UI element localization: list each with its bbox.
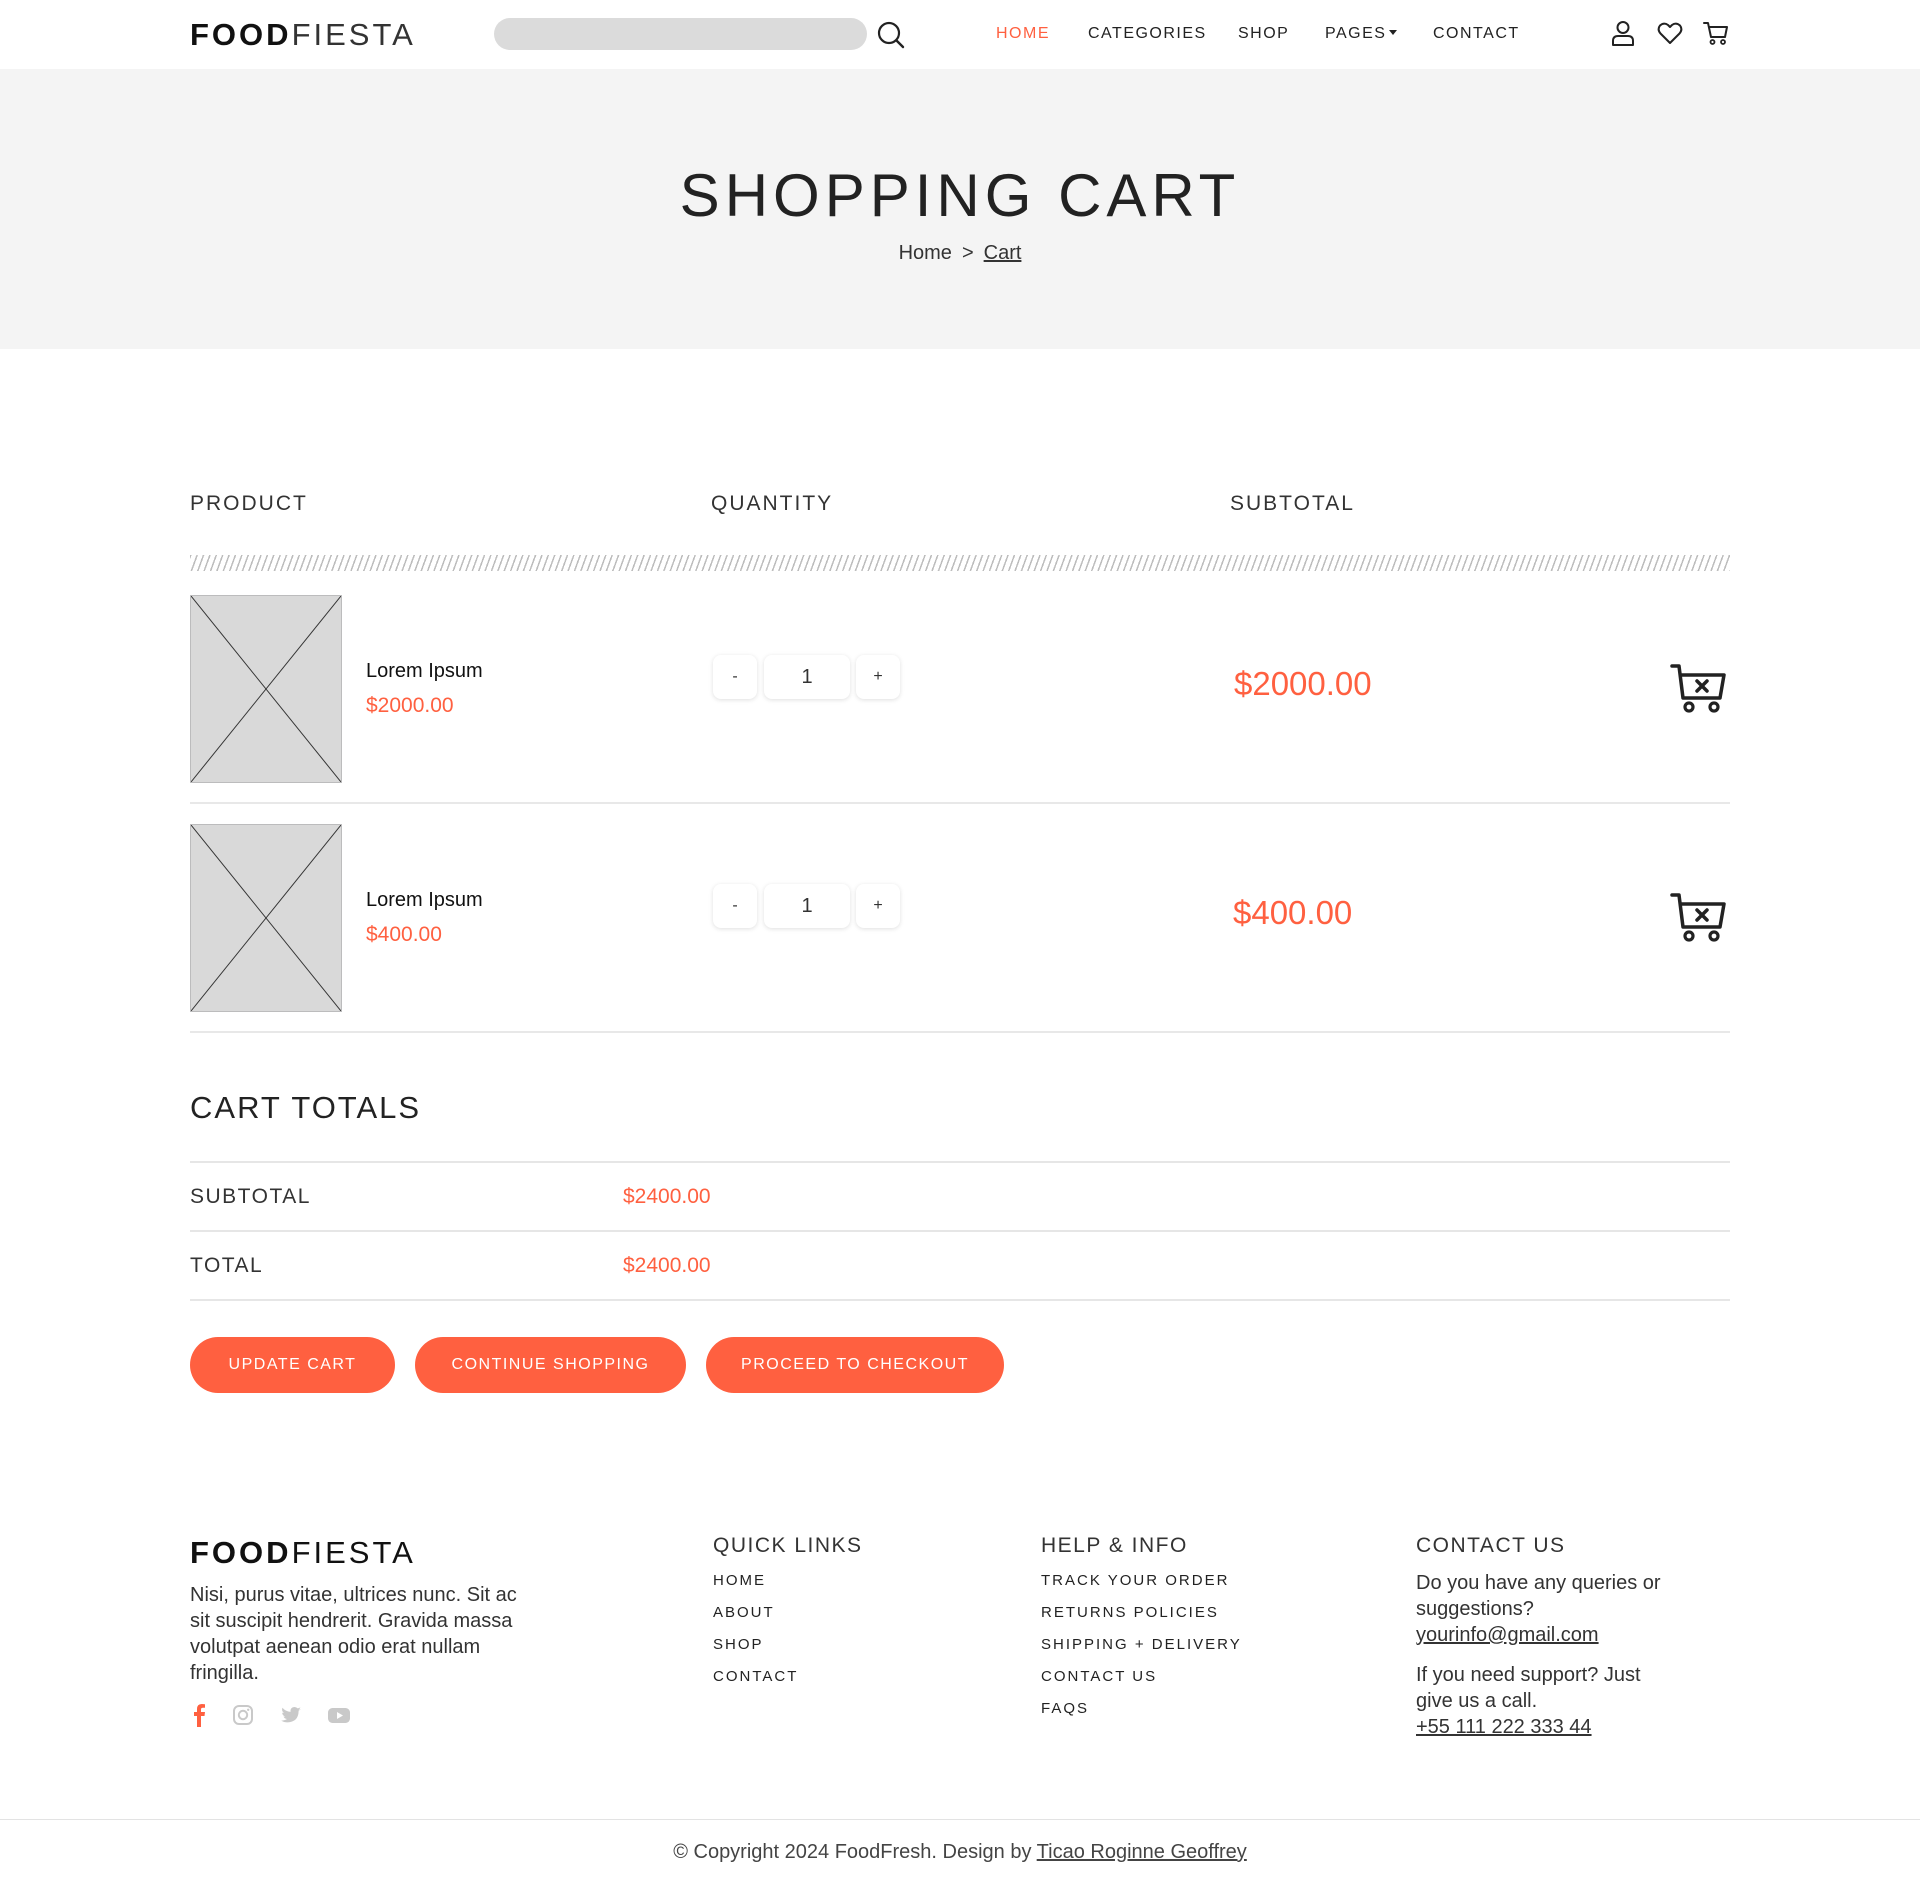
search-input[interactable] (494, 18, 867, 50)
nav-pages[interactable]: PAGES (1325, 25, 1398, 43)
copyright-prefix: © Copyright 2024 FoodFresh. Design by (673, 1841, 1032, 1863)
contact-queries-text: Do you have any queries or suggestions? (1416, 1572, 1661, 1620)
search-icon[interactable] (876, 20, 906, 50)
quantity-decrease-button[interactable]: - (713, 884, 757, 928)
footer-logo[interactable]: FOODFIESTA (190, 1535, 416, 1571)
footer-link-shop[interactable]: SHOP (713, 1636, 764, 1653)
quantity-decrease-button[interactable]: - (713, 655, 757, 699)
site-logo[interactable]: FOODFIESTA (190, 17, 416, 53)
breadcrumb-current[interactable]: Cart (984, 242, 1022, 264)
subtotal-value: $2400.00 (623, 1185, 711, 1208)
divider (190, 1230, 1730, 1232)
footer-divider (0, 1819, 1920, 1820)
contact-phone-link[interactable]: +55 111 222 333 44 (1416, 1716, 1592, 1738)
contact-queries-block: Do you have any queries or suggestions? … (1416, 1570, 1676, 1648)
footer-link-returns[interactable]: RETURNS POLICIES (1041, 1604, 1219, 1621)
column-header-quantity: QUANTITY (711, 492, 834, 515)
designer-link[interactable]: Ticao Roginne Geoffrey (1037, 1841, 1247, 1863)
cart-totals-title: CART TOTALS (190, 1090, 422, 1125)
page-hero: SHOPPING CART Home > Cart (0, 69, 1920, 349)
nav-pages-label: PAGES (1325, 25, 1387, 42)
column-header-product: PRODUCT (190, 492, 308, 515)
column-header-subtotal: SUBTOTAL (1230, 492, 1355, 515)
footer-description: Nisi, purus vitae, ultrices nunc. Sit ac… (190, 1584, 517, 1684)
total-value: $2400.00 (623, 1254, 711, 1277)
footer-link-contact-us[interactable]: CONTACT US (1041, 1668, 1157, 1685)
youtube-icon[interactable] (326, 1702, 352, 1728)
product-image-placeholder (190, 595, 342, 783)
caret-down-icon (1389, 30, 1398, 35)
quantity-increase-button[interactable]: + (856, 655, 900, 699)
product-price: $400.00 (366, 923, 442, 946)
cart-icon[interactable] (1702, 19, 1730, 47)
cart-row: Lorem Ipsum $400.00 - + $400.00 (190, 804, 1730, 1033)
instagram-icon[interactable] (230, 1702, 256, 1728)
footer-link-shipping[interactable]: SHIPPING + DELIVERY (1041, 1636, 1242, 1653)
footer-link-faqs[interactable]: FAQS (1041, 1700, 1089, 1717)
subtotal-label: SUBTOTAL (190, 1185, 311, 1208)
contact-support-text: If you need support? Just give us a call… (1416, 1664, 1641, 1712)
proceed-to-checkout-button[interactable]: PROCEED TO CHECKOUT (706, 1337, 1004, 1393)
site-header: FOODFIESTA HOME CATEGORIES SHOP PAGES CO… (0, 0, 1920, 69)
product-price: $2000.00 (366, 694, 454, 717)
row-subtotal: $400.00 (1233, 894, 1353, 931)
page-title: SHOPPING CART (679, 162, 1241, 229)
contact-us-title: CONTACT US (1416, 1534, 1566, 1557)
breadcrumb-separator: > (961, 242, 974, 264)
product-name[interactable]: Lorem Ipsum (366, 660, 483, 683)
contact-email-link[interactable]: yourinfo@gmail.com (1416, 1624, 1599, 1646)
cart-row: Lorem Ipsum $2000.00 - + $2000.00 (190, 575, 1730, 804)
heart-icon[interactable] (1656, 19, 1684, 47)
help-info-title: HELP & INFO (1041, 1534, 1188, 1557)
remove-from-cart-icon[interactable] (1670, 661, 1726, 715)
total-label: TOTAL (190, 1254, 264, 1277)
breadcrumb: Home > Cart (0, 242, 1920, 265)
quantity-increase-button[interactable]: + (856, 884, 900, 928)
nav-categories[interactable]: CATEGORIES (1088, 25, 1207, 43)
nav-shop[interactable]: SHOP (1238, 25, 1289, 43)
update-cart-button[interactable]: UPDATE CART (190, 1337, 395, 1393)
footer-link-about[interactable]: ABOUT (713, 1604, 775, 1621)
product-image-placeholder (190, 824, 342, 1012)
quantity-input[interactable] (764, 655, 850, 699)
hatched-divider (190, 555, 1730, 571)
footer-link-contact[interactable]: CONTACT (713, 1668, 798, 1685)
footer-link-track-order[interactable]: TRACK YOUR ORDER (1041, 1572, 1229, 1589)
nav-contact[interactable]: CONTACT (1433, 25, 1520, 43)
row-subtotal: $2000.00 (1234, 665, 1372, 702)
breadcrumb-home[interactable]: Home (899, 242, 952, 264)
contact-support-block: If you need support? Just give us a call… (1416, 1662, 1676, 1740)
divider (190, 1161, 1730, 1163)
remove-from-cart-icon[interactable] (1670, 890, 1726, 944)
facebook-icon[interactable] (186, 1702, 212, 1728)
product-name[interactable]: Lorem Ipsum (366, 889, 483, 912)
quantity-input[interactable] (764, 884, 850, 928)
user-icon[interactable] (1609, 19, 1637, 47)
quick-links-title: QUICK LINKS (713, 1534, 863, 1557)
copyright-text: © Copyright 2024 FoodFresh. Design by Ti… (0, 1841, 1920, 1864)
divider (190, 1299, 1730, 1301)
footer-link-home[interactable]: HOME (713, 1572, 766, 1589)
twitter-icon[interactable] (278, 1702, 304, 1728)
nav-home[interactable]: HOME (996, 25, 1050, 43)
continue-shopping-button[interactable]: CONTINUE SHOPPING (415, 1337, 686, 1393)
